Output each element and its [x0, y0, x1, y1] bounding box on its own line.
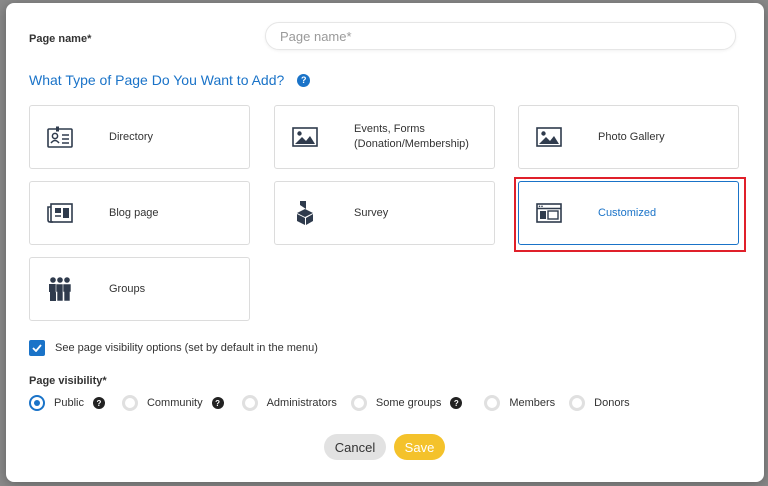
page-type-label: Groups: [109, 282, 146, 295]
visibility-option-label: Members: [509, 397, 556, 409]
page-type-label: Blog page: [109, 206, 159, 219]
page-visibility-radio-group: Public ? Community ? Administrators Some…: [29, 395, 630, 411]
page-type-label: Photo Gallery: [598, 130, 665, 143]
page-type-heading: What Type of Page Do You Want to Add? ?: [29, 72, 311, 88]
visibility-option-some-groups[interactable]: Some groups ?: [350, 395, 463, 411]
visibility-option-donors[interactable]: Donors: [569, 395, 630, 411]
cancel-button[interactable]: Cancel: [324, 434, 386, 460]
help-icon[interactable]: ?: [92, 397, 105, 409]
page-type-label: Survey: [354, 206, 389, 219]
help-icon[interactable]: ?: [211, 397, 224, 409]
visibility-option-members[interactable]: Members: [484, 395, 555, 411]
radio-button[interactable]: [241, 395, 258, 411]
visibility-option-label: Public: [54, 397, 84, 409]
radio-button[interactable]: [569, 395, 586, 411]
newspaper-icon: [46, 200, 74, 226]
page-type-card-directory[interactable]: Directory: [29, 105, 250, 169]
visibility-option-label: Community: [146, 397, 203, 409]
visibility-option-community[interactable]: Community ?: [121, 395, 224, 411]
page-type-heading-text: What Type of Page Do You Want to Add?: [29, 72, 285, 88]
visibility-option-label: Administrators: [266, 397, 337, 409]
page-type-label: Directory: [109, 130, 154, 143]
page-type-card-events-forms[interactable]: Events, Forms (Donation/Membership): [274, 105, 495, 169]
page-type-card-blog-page[interactable]: Blog page: [29, 181, 250, 245]
visibility-options-label: See page visibility options (set by defa…: [55, 342, 318, 354]
visibility-option-administrators[interactable]: Administrators: [241, 395, 337, 411]
visibility-options-checkbox-row[interactable]: See page visibility options (set by defa…: [29, 340, 318, 356]
ballot-box-icon: [291, 200, 319, 226]
help-icon[interactable]: ?: [297, 73, 311, 87]
page-type-label: Events, Forms (Donation/Membership): [354, 123, 469, 150]
image-icon: [291, 124, 319, 150]
radio-button[interactable]: [484, 395, 501, 411]
page-visibility-label: Page visibility*: [29, 375, 107, 387]
checkmark-icon: [32, 344, 42, 352]
image-icon: [535, 124, 563, 150]
visibility-option-public[interactable]: Public ?: [29, 395, 105, 411]
people-group-icon: [46, 276, 74, 302]
radio-button[interactable]: [350, 395, 367, 411]
save-button[interactable]: Save: [394, 434, 445, 460]
page-type-card-survey[interactable]: Survey: [274, 181, 495, 245]
help-icon[interactable]: ?: [450, 397, 463, 409]
radio-button[interactable]: [29, 395, 45, 411]
page-type-card-photo-gallery[interactable]: Photo Gallery: [518, 105, 739, 169]
visibility-option-label: Some groups: [375, 397, 442, 409]
contact-card-icon: [46, 124, 74, 150]
visibility-options-checkbox[interactable]: [29, 340, 45, 356]
page-name-label: Page name*: [29, 33, 92, 45]
page-name-input[interactable]: [265, 22, 736, 50]
selection-highlight: [514, 177, 746, 252]
visibility-option-label: Donors: [594, 397, 630, 409]
radio-button[interactable]: [121, 395, 138, 411]
page-type-card-groups[interactable]: Groups: [29, 257, 250, 321]
